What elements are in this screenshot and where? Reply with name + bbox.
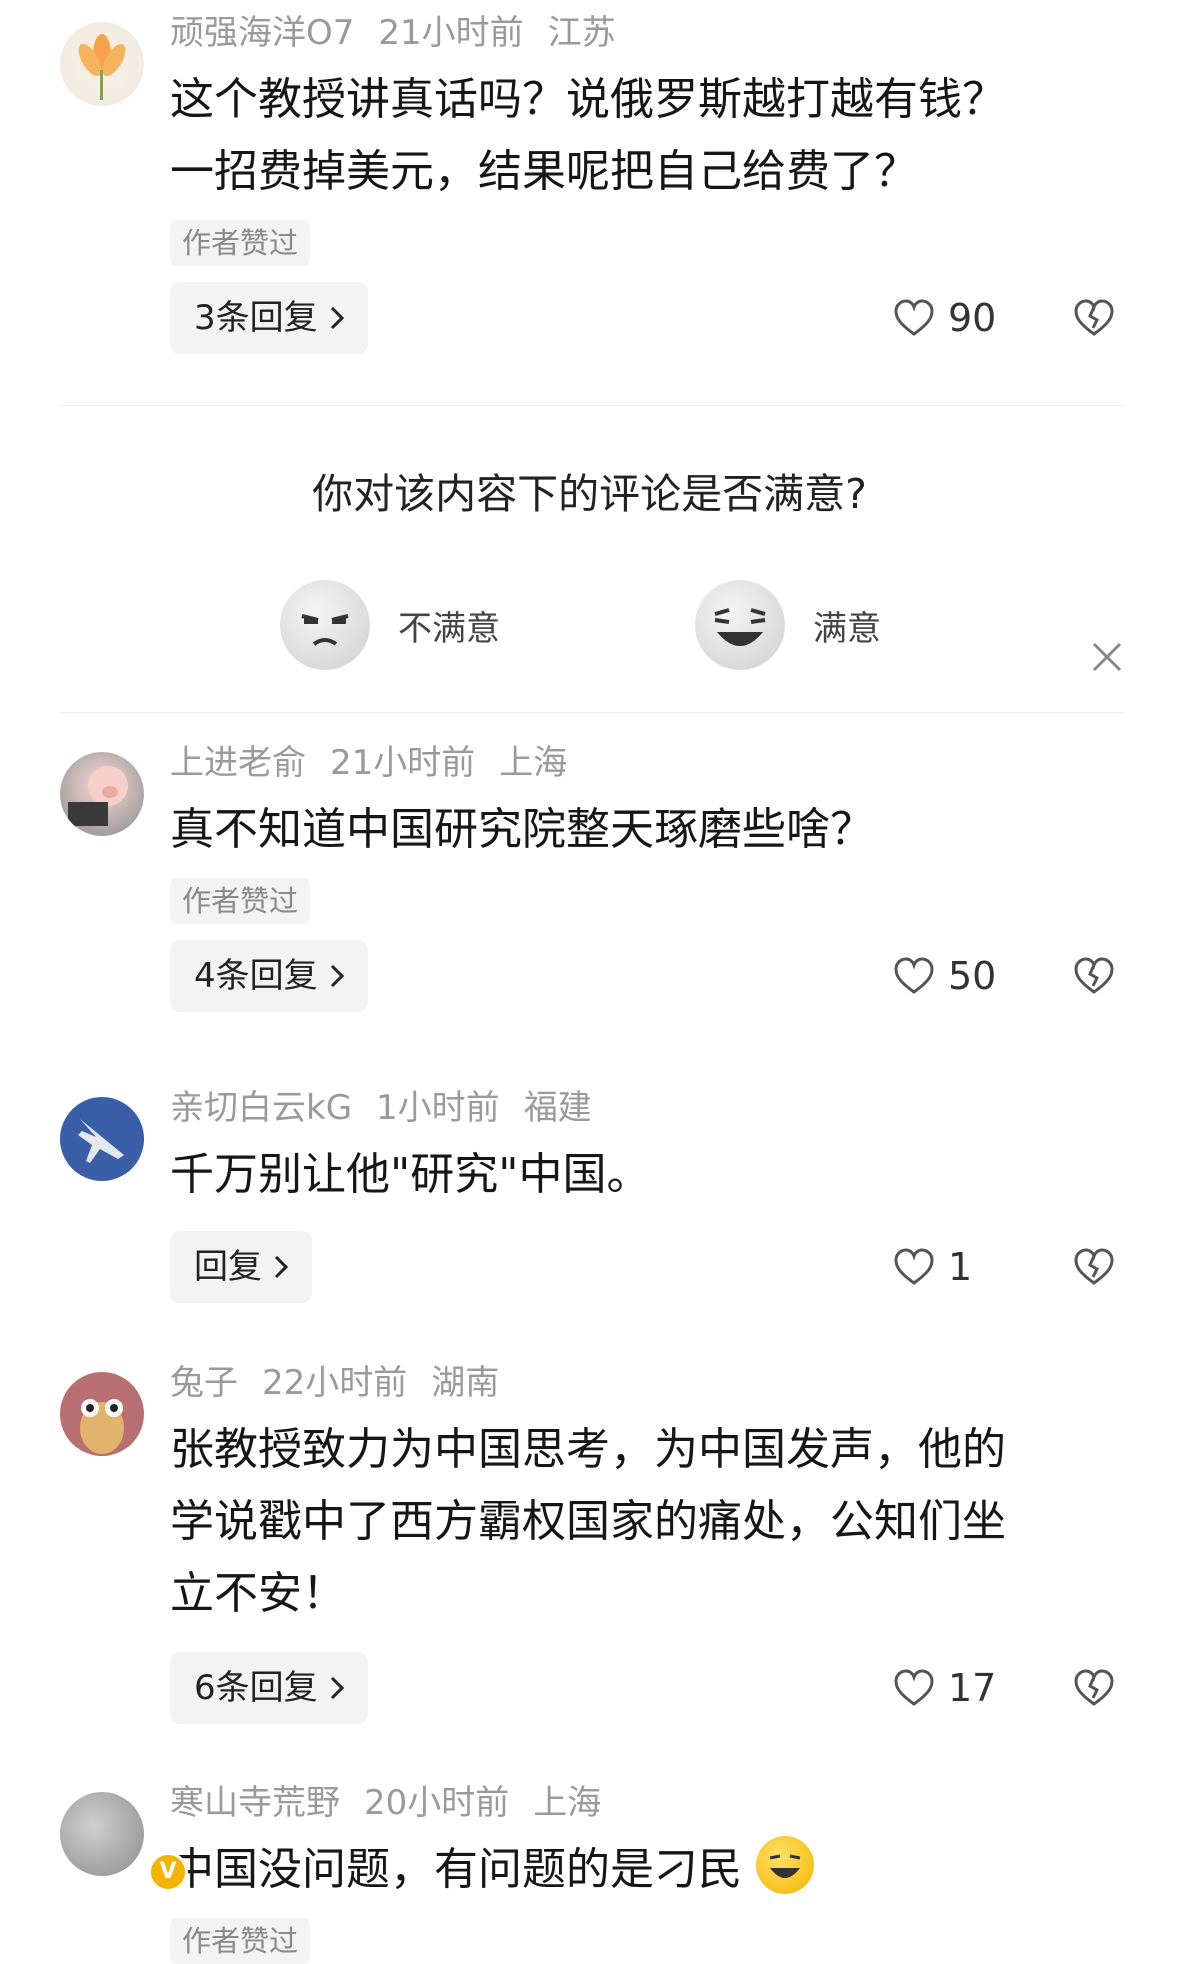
jet-avatar-image <box>78 1119 124 1163</box>
view-replies-button[interactable]: 3条回复 <box>170 282 368 354</box>
comment-text-line: 学说戳中了西方霸权国家的痛处，公知们坐 <box>170 1496 1006 1547</box>
divider <box>60 712 1124 713</box>
comment-text: 中国没问题，有问题的是刁民 <box>170 1834 1124 1906</box>
survey-question: 你对该内容下的评论是否满意? <box>312 470 867 518</box>
location: 湖南 <box>431 1363 500 1403</box>
satisfied-label: 满意 <box>813 608 881 649</box>
comment-item: V 寒山寺荒野 20小时前 上海 中国没问题，有问题的是刁民 作者赞过 <box>0 1780 1179 1964</box>
avatar[interactable] <box>60 22 144 106</box>
comment-meta: 顽强海洋O7 21小时前 江苏 <box>170 10 1124 56</box>
broken-heart-icon[interactable] <box>1072 296 1116 340</box>
like-count: 90 <box>948 296 997 340</box>
comment-text: 张教授致力为中国思考，为中国发声，他的 学说戳中了西方霸权国家的痛处，公知们坐 … <box>170 1414 1124 1630</box>
satisfied-option[interactable]: 满意 <box>695 580 881 670</box>
timestamp: 1小时前 <box>376 1088 500 1128</box>
satisfied-face-icon <box>695 580 785 670</box>
unsatisfied-label: 不满意 <box>398 608 500 649</box>
heart-outline-icon <box>894 1248 934 1285</box>
comment-text: 千万别让他"研究"中国。 <box>170 1139 1124 1211</box>
broken-heart-icon[interactable] <box>1072 1245 1116 1289</box>
timestamp: 22小时前 <box>262 1363 408 1403</box>
comment-item: 上进老俞 21小时前 上海 真不知道中国研究院整天琢磨些啥？ 作者赞过 4条回复 5… <box>0 740 1179 1012</box>
unsatisfied-face-icon <box>280 580 370 670</box>
username[interactable]: 兔子 <box>170 1363 238 1403</box>
comment-item: 顽强海洋O7 21小时前 江苏 这个教授讲真话吗？说俄罗斯越打越有钱？ 一招费掉美元… <box>0 10 1179 354</box>
heart-outline-icon <box>894 957 934 994</box>
pig-avatar-image <box>68 766 128 826</box>
avatar[interactable] <box>60 752 144 836</box>
username[interactable]: 顽强海洋O7 <box>170 13 354 53</box>
like-count: 17 <box>948 1666 997 1710</box>
like-count: 1 <box>948 1245 973 1289</box>
avatar[interactable]: V <box>60 1792 188 1892</box>
author-liked-tag: 作者赞过 <box>170 1918 311 1964</box>
like-button[interactable]: 17 <box>892 1652 1004 1724</box>
view-replies-button[interactable]: 6条回复 <box>170 1652 368 1724</box>
chevron-right-icon <box>330 1676 344 1700</box>
timestamp: 21小时前 <box>330 743 476 783</box>
location: 上海 <box>499 743 568 783</box>
reply-label: 6条回复 <box>194 1668 318 1708</box>
reply-label: 3条回复 <box>194 298 318 338</box>
comment-text-line: 张教授致力为中国思考，为中国发声，他的 <box>170 1424 1006 1475</box>
rabbit-avatar-image <box>80 1399 124 1454</box>
comment-item: 亲切白云kG 1小时前 福建 千万别让他"研究"中国。 回复 1 <box>0 1085 1179 1303</box>
timestamp: 20小时前 <box>364 1783 510 1823</box>
avatar[interactable] <box>60 1097 144 1181</box>
comment-text: 这个教授讲真话吗？说俄罗斯越打越有钱？ 一招费掉美元，结果呢把自己给费了？ <box>170 64 1124 208</box>
username[interactable]: 上进老俞 <box>170 743 306 783</box>
comment-text-line: 立不安！ <box>170 1568 346 1619</box>
like-count: 50 <box>948 954 997 998</box>
reply-label: 4条回复 <box>194 956 318 996</box>
heart-outline-icon <box>894 299 934 336</box>
location: 江苏 <box>547 13 616 53</box>
close-icon[interactable] <box>1090 640 1124 674</box>
author-liked-tag: 作者赞过 <box>170 878 311 924</box>
chevron-right-icon <box>274 1255 289 1279</box>
comment-actions: 4条回复 50 <box>170 940 1124 1012</box>
like-button[interactable]: 1 <box>892 1231 1004 1303</box>
username[interactable]: 寒山寺荒野 <box>170 1783 340 1823</box>
username[interactable]: 亲切白云kG <box>170 1088 352 1128</box>
comment-actions: 3条回复 90 <box>170 282 1124 354</box>
comment-text-line: 千万别让他"研究"中国。 <box>170 1149 651 1200</box>
comment-satisfaction-survey: 你对该内容下的评论是否满意? 不满意 满意 <box>0 410 1179 710</box>
broken-heart-icon[interactable] <box>1072 1666 1116 1710</box>
heart-outline-icon <box>894 1669 934 1706</box>
location: 上海 <box>533 1783 602 1823</box>
chevron-right-icon <box>330 964 344 988</box>
comment-meta: 亲切白云kG 1小时前 福建 <box>170 1085 1124 1131</box>
avatar[interactable] <box>60 1372 144 1456</box>
like-button[interactable]: 90 <box>892 282 1004 354</box>
comment-meta: 上进老俞 21小时前 上海 <box>170 740 1124 786</box>
comment-text-line: 一招费掉美元，结果呢把自己给费了？ <box>170 146 918 197</box>
author-liked-tag: 作者赞过 <box>170 220 311 266</box>
view-replies-button[interactable]: 4条回复 <box>170 940 368 1012</box>
timestamp: 21小时前 <box>378 13 524 53</box>
verified-badge-icon: V <box>148 1852 188 1892</box>
chevron-right-icon <box>330 306 344 330</box>
divider <box>60 405 1124 406</box>
comment-text-line: 这个教授讲真话吗？说俄罗斯越打越有钱？ <box>170 74 1006 125</box>
unsatisfied-option[interactable]: 不满意 <box>280 580 500 670</box>
comment-actions: 回复 1 <box>170 1231 1124 1303</box>
broken-heart-icon[interactable] <box>1072 954 1116 998</box>
reply-label: 回复 <box>194 1247 262 1287</box>
location: 福建 <box>523 1088 592 1128</box>
flower-avatar-image <box>78 34 126 100</box>
comment-item: 兔子 22小时前 湖南 张教授致力为中国思考，为中国发声，他的 学说戳中了西方霸权国… <box>0 1360 1179 1724</box>
comment-text-line: 真不知道中国研究院整天琢磨些啥？ <box>170 804 874 855</box>
laughing-emoji-icon <box>756 1836 814 1894</box>
comment-text-line: 中国没问题，有问题的是刁民 <box>170 1844 742 1895</box>
comment-meta: 兔子 22小时前 湖南 <box>170 1360 1124 1406</box>
comment-actions: 6条回复 17 <box>170 1652 1124 1724</box>
comment-text: 真不知道中国研究院整天琢磨些啥？ <box>170 794 1124 866</box>
reply-button[interactable]: 回复 <box>170 1231 312 1303</box>
like-button[interactable]: 50 <box>892 940 1004 1012</box>
comment-meta: 寒山寺荒野 20小时前 上海 <box>170 1780 1124 1826</box>
